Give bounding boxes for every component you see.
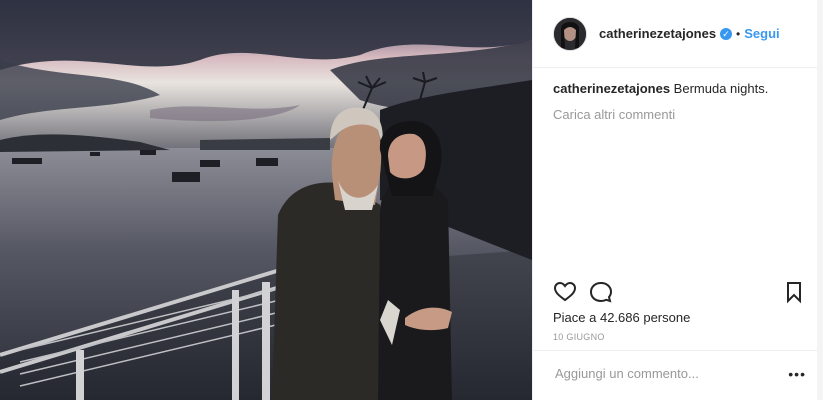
avatar-image — [554, 17, 586, 50]
comment-bubble-icon[interactable] — [589, 280, 613, 304]
add-comment-bar: ••• — [533, 350, 818, 401]
avatar[interactable] — [553, 16, 587, 51]
username-link[interactable]: catherinezetajones — [599, 26, 716, 41]
header-separator: • — [736, 26, 741, 41]
comment-input[interactable] — [553, 365, 767, 382]
verified-badge-icon: ✓ — [720, 27, 733, 40]
load-more-comments-link[interactable]: Carica altri commenti — [553, 106, 798, 124]
post-date: 10 GIUGNO — [553, 332, 605, 342]
photo-image — [0, 0, 532, 400]
page-scroll-track[interactable] — [817, 0, 823, 400]
action-bar — [553, 280, 806, 306]
comments-section: catherinezetajones Bermuda nights. Caric… — [533, 68, 818, 124]
likes-count[interactable]: Piace a 42.686 persone — [553, 310, 690, 325]
caption-username[interactable]: catherinezetajones — [553, 81, 670, 96]
post-photo[interactable] — [0, 0, 532, 400]
post-header: catherinezetajones ✓ • Segui — [533, 0, 818, 68]
like-heart-icon[interactable] — [553, 280, 577, 304]
post-side-panel: catherinezetajones ✓ • Segui catherineze… — [532, 0, 823, 401]
caption: catherinezetajones Bermuda nights. — [553, 80, 798, 98]
follow-button[interactable]: Segui — [744, 26, 779, 41]
caption-text: Bermuda nights. — [673, 81, 769, 96]
more-options-icon[interactable]: ••• — [788, 367, 806, 381]
bookmark-icon[interactable] — [782, 280, 806, 304]
